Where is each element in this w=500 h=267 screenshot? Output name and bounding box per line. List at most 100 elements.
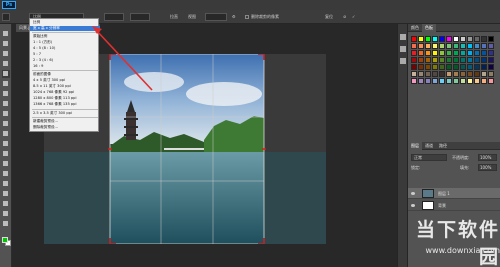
color-swatch[interactable] [439,57,445,63]
color-swatch[interactable] [474,64,480,70]
menu-item-original-ratio[interactable]: 原始比例 [30,34,100,39]
eraser-tool-icon[interactable] [2,130,10,138]
color-swatch[interactable] [488,71,494,77]
view-select[interactable] [205,13,227,21]
move-tool-icon[interactable] [2,30,10,38]
color-swatch[interactable] [467,57,473,63]
color-swatch[interactable] [453,36,459,42]
opacity-field[interactable]: 100% [478,154,497,161]
menu-item-2-3[interactable]: 2 : 3 (4 : 6) [30,58,100,63]
menu-item-1366x768[interactable]: 1366 x 768 像素 135 ppi [30,102,100,107]
color-swatch[interactable] [453,50,459,56]
color-swatch[interactable] [453,57,459,63]
color-swatch[interactable] [474,78,480,84]
color-swatch[interactable] [453,71,459,77]
color-swatch[interactable] [439,36,445,42]
color-swatch[interactable] [474,57,480,63]
color-swatch[interactable] [488,50,494,56]
height-field[interactable] [130,13,150,21]
quick-select-tool-icon[interactable] [2,60,10,68]
color-swatch[interactable] [418,50,424,56]
color-swatch[interactable] [488,64,494,70]
brush-panel-icon[interactable] [400,58,406,64]
color-swatch[interactable] [418,78,424,84]
color-swatch[interactable] [446,36,452,42]
layer-row[interactable]: 图层 1 [408,188,500,199]
color-swatch[interactable] [446,78,452,84]
delete-pixels-checkbox[interactable] [245,15,249,19]
fill-field[interactable]: 100% [478,164,497,171]
dodge-tool-icon[interactable] [2,160,10,168]
history-panel-icon[interactable] [400,34,406,40]
properties-panel-icon[interactable] [400,46,406,52]
color-swatch[interactable] [453,78,459,84]
history-brush-tool-icon[interactable] [2,120,10,128]
color-swatch[interactable] [425,36,431,42]
foreground-color-swatch[interactable] [2,237,8,243]
color-swatch[interactable] [460,50,466,56]
color-swatch[interactable] [446,64,452,70]
tab-swatches[interactable]: 色板 [422,24,436,32]
menu-item-2-5x3-5-in[interactable]: 2.5 x 3.5 英寸 300 ppi [30,111,100,116]
color-swatch[interactable] [439,64,445,70]
color-swatch[interactable] [488,78,494,84]
menu-item-delete-crop-preset[interactable]: 删除裁剪预设... [30,125,100,130]
color-swatch[interactable] [474,36,480,42]
tab-layers[interactable]: 图层 [408,142,422,150]
menu-item-4x5-in[interactable]: 4 x 5 英寸 300 ppi [30,78,100,83]
healing-tool-icon[interactable] [2,90,10,98]
color-swatch[interactable] [446,43,452,49]
color-swatch[interactable] [481,50,487,56]
menu-item-front-image[interactable]: 前面的图像 [30,72,100,77]
shape-tool-icon[interactable] [2,200,10,208]
color-swatch[interactable] [467,71,473,77]
gradient-tool-icon[interactable] [2,140,10,148]
color-swatch[interactable] [411,64,417,70]
color-swatch[interactable] [418,57,424,63]
color-swatch[interactable] [460,57,466,63]
color-swatch[interactable] [481,71,487,77]
color-swatch[interactable] [481,78,487,84]
color-swatch[interactable] [418,71,424,77]
color-swatch[interactable] [439,71,445,77]
eyedropper-tool-icon[interactable] [2,80,10,88]
straighten-button[interactable]: 拉直 [170,13,178,21]
color-swatch[interactable] [425,57,431,63]
menu-item-1024x768[interactable]: 1024 x 768 像素 92 ppi [30,90,100,95]
cancel-icon[interactable]: ⊘ [343,13,346,21]
color-swatch[interactable] [425,78,431,84]
color-swatch[interactable] [425,50,431,56]
tab-channels[interactable]: 通道 [422,142,436,150]
color-swatch[interactable] [467,50,473,56]
color-swatch[interactable] [439,50,445,56]
brush-tool-icon[interactable] [2,100,10,108]
menu-item-new-crop-preset[interactable]: 新建裁剪预设... [30,119,100,124]
color-swatch[interactable] [439,43,445,49]
reset-button[interactable]: 复位 [325,13,333,21]
color-swatch[interactable] [446,50,452,56]
menu-item-ratio[interactable]: 比例 [30,20,100,25]
menu-item-16-9[interactable]: 16 : 9 [30,64,100,69]
color-swatch[interactable] [481,64,487,70]
stamp-tool-icon[interactable] [2,110,10,118]
lasso-tool-icon[interactable] [2,50,10,58]
color-swatch[interactable] [488,57,494,63]
color-swatch[interactable] [481,57,487,63]
color-swatch[interactable] [425,71,431,77]
menu-item-8-5x11-in[interactable]: 8.5 x 11 英寸 300 ppi [30,84,100,89]
color-swatch[interactable] [460,64,466,70]
color-swatch[interactable] [453,64,459,70]
menu-item-width-height-resolution[interactable]: 宽 x 高 x 分辨率 [30,26,100,31]
color-swatch[interactable] [411,43,417,49]
color-swatch[interactable] [418,64,424,70]
menu-item-5-7[interactable]: 5 : 7 [30,52,100,57]
color-swatch[interactable] [411,50,417,56]
color-swatch[interactable] [474,71,480,77]
blur-tool-icon[interactable] [2,150,10,158]
layer-row[interactable]: 背景 [408,200,500,211]
color-swatch[interactable] [411,36,417,42]
color-swatch[interactable] [432,43,438,49]
menu-item-1-1[interactable]: 1 : 1 (方形) [30,40,100,45]
color-swatch[interactable] [425,64,431,70]
color-swatch[interactable] [467,36,473,42]
